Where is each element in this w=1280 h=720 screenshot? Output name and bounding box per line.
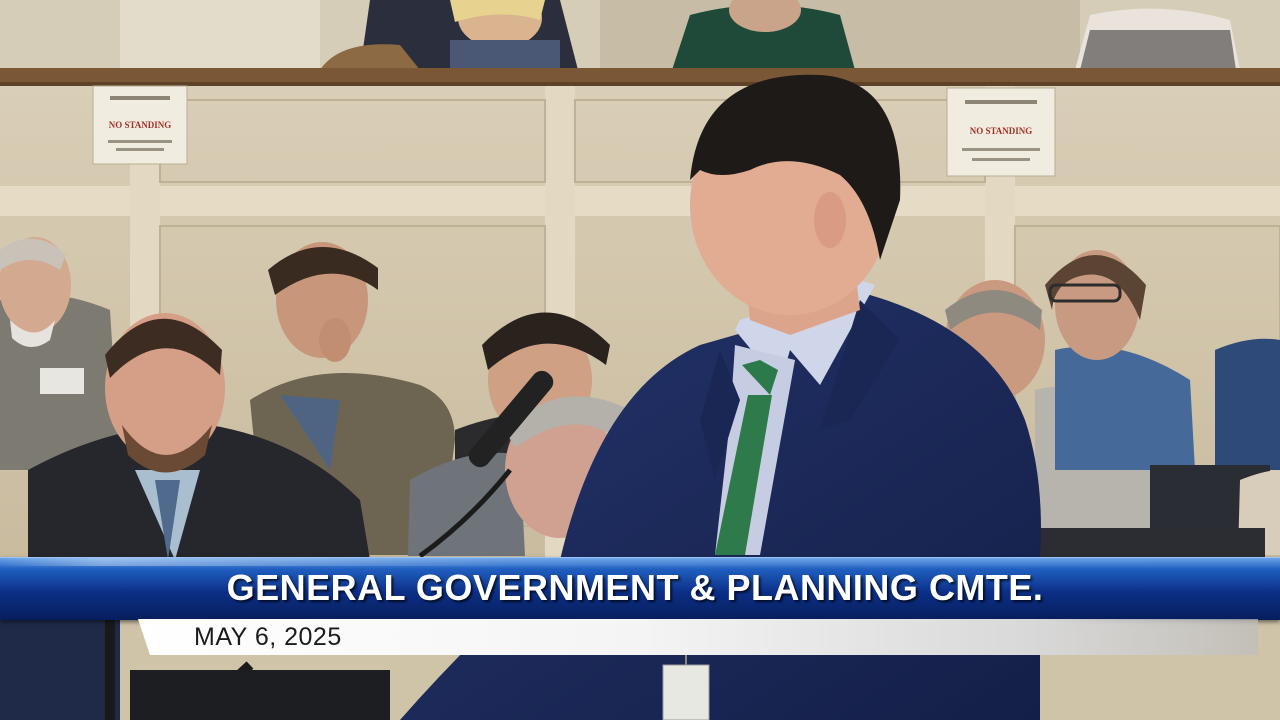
- sign-right-text: NO STANDING: [970, 126, 1033, 136]
- lower-third-date: MAY 6, 2025: [194, 623, 342, 651]
- sign-left-text: NO STANDING: [109, 120, 172, 130]
- lower-third-title: GENERAL GOVERNMENT & PLANNING CMTE.: [226, 567, 1044, 608]
- no-standing-sign-right: NO STANDING: [946, 87, 1056, 177]
- balcony: [0, 0, 1280, 86]
- no-standing-sign-left: NO STANDING: [92, 85, 188, 165]
